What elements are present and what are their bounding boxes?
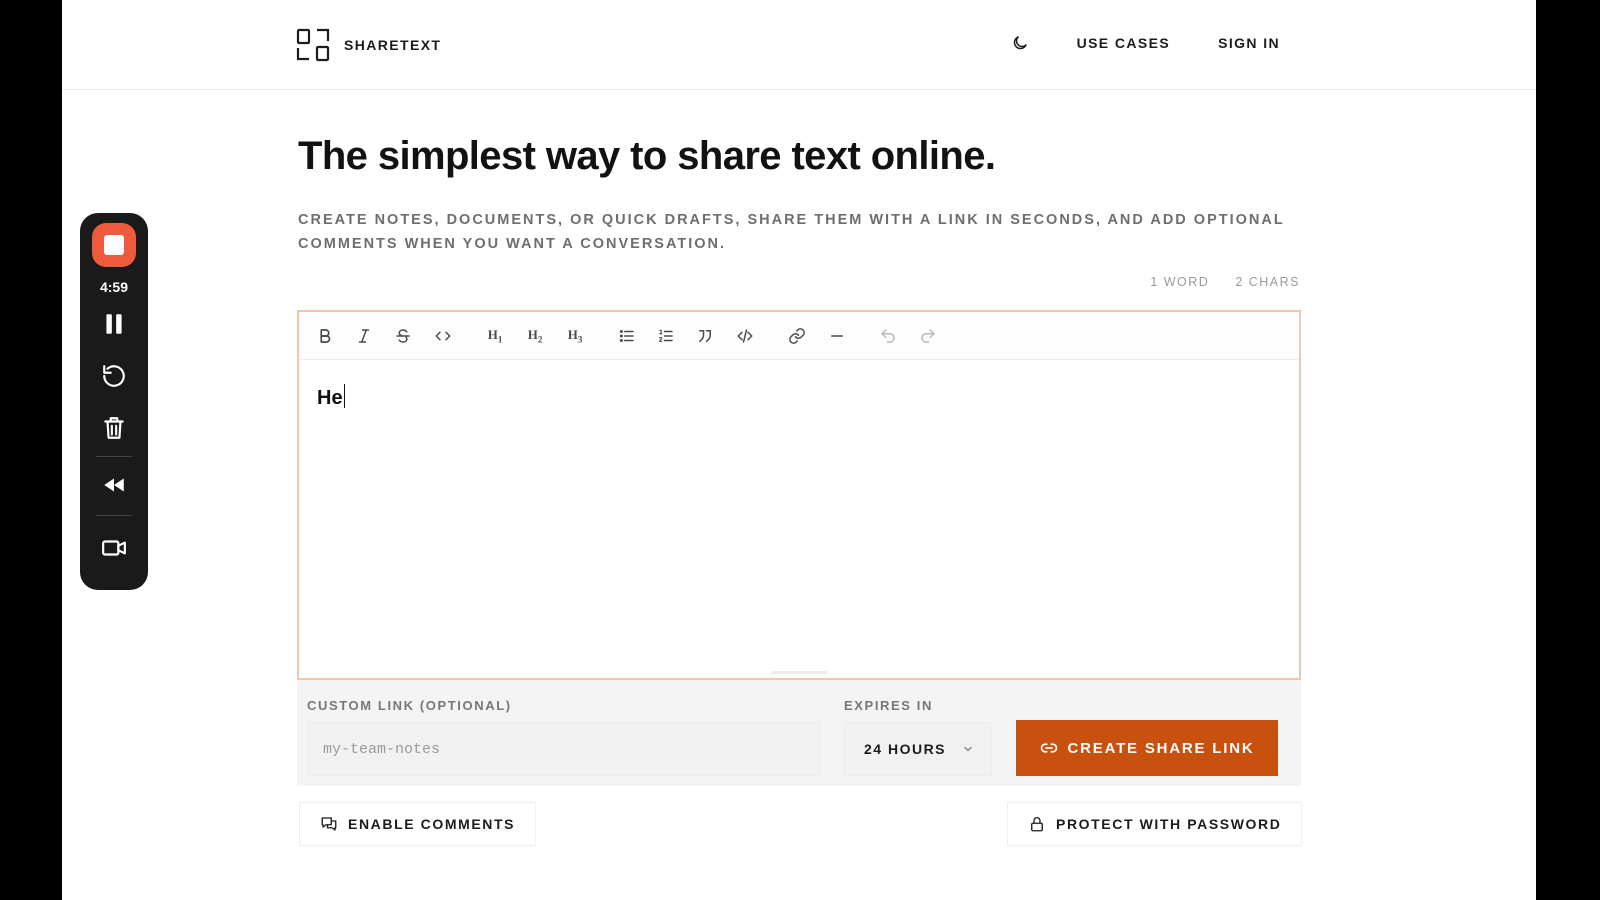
nav-sign-in[interactable]: SIGN IN bbox=[1218, 35, 1280, 51]
resize-handle[interactable] bbox=[771, 671, 827, 674]
brand[interactable]: SHARETEXT bbox=[296, 28, 441, 62]
redo-icon[interactable] bbox=[916, 324, 940, 348]
heading-2-label: H2 bbox=[527, 327, 543, 345]
heading-1-icon[interactable]: H1 bbox=[483, 324, 507, 348]
page: SHARETEXT USE CASES SIGN IN The simplest… bbox=[62, 0, 1536, 900]
recorder-divider bbox=[96, 515, 132, 516]
editor-counts: 1 WORD 2 CHARS bbox=[1150, 275, 1300, 289]
custom-link-input[interactable] bbox=[307, 722, 821, 776]
main-nav: USE CASES SIGN IN bbox=[1011, 34, 1280, 52]
page-title: The simplest way to share text online. bbox=[298, 134, 996, 178]
text-caret bbox=[343, 384, 346, 408]
chevron-down-icon bbox=[964, 746, 972, 752]
heading-1-label: H1 bbox=[487, 327, 503, 345]
sharetext-logo-icon bbox=[296, 28, 330, 62]
create-share-link-button[interactable]: CREATE SHARE LINK bbox=[1016, 720, 1278, 776]
screen-recorder-widget: 4:59 bbox=[80, 213, 148, 590]
bullet-list-icon[interactable] bbox=[615, 324, 639, 348]
pause-icon[interactable] bbox=[100, 310, 128, 338]
undo-icon[interactable] bbox=[876, 324, 900, 348]
create-share-link-label: CREATE SHARE LINK bbox=[1067, 739, 1255, 757]
heading-3-icon[interactable]: H3 bbox=[563, 324, 587, 348]
expires-value: 24 HOURS bbox=[864, 741, 947, 757]
stop-recording-button[interactable] bbox=[92, 223, 136, 267]
custom-link-label: CUSTOM LINK (OPTIONAL) bbox=[307, 698, 512, 713]
editor-text: He bbox=[317, 387, 343, 409]
trash-icon[interactable] bbox=[100, 414, 128, 442]
word-count: 1 WORD bbox=[1150, 275, 1210, 289]
expires-label: EXPIRES IN bbox=[844, 698, 933, 713]
strikethrough-icon[interactable] bbox=[391, 324, 415, 348]
page-subtitle: CREATE NOTES, DOCUMENTS, OR QUICK DRAFTS… bbox=[298, 212, 1285, 252]
protect-password-label: PROTECT WITH PASSWORD bbox=[1056, 816, 1282, 832]
expires-select[interactable]: 24 HOURS bbox=[844, 722, 992, 776]
italic-icon[interactable] bbox=[352, 324, 376, 348]
site-header: SHARETEXT USE CASES SIGN IN bbox=[62, 0, 1536, 90]
editor-toolbar: H1 H2 H3 bbox=[299, 312, 1299, 360]
char-count: 2 CHARS bbox=[1235, 275, 1300, 289]
text-editor[interactable]: H1 H2 H3 He bbox=[297, 310, 1301, 680]
code-block-icon[interactable] bbox=[733, 324, 757, 348]
link-icon bbox=[1040, 743, 1057, 753]
ordered-list-icon[interactable] bbox=[654, 324, 678, 348]
protect-password-button[interactable]: PROTECT WITH PASSWORD bbox=[1007, 802, 1303, 846]
lock-icon bbox=[1031, 817, 1043, 832]
nav-use-cases[interactable]: USE CASES bbox=[1077, 35, 1171, 51]
enable-comments-label: ENABLE COMMENTS bbox=[348, 816, 516, 832]
blockquote-icon[interactable] bbox=[693, 324, 717, 348]
recorder-divider bbox=[96, 456, 132, 457]
enable-comments-button[interactable]: ENABLE COMMENTS bbox=[299, 802, 537, 846]
inline-code-icon[interactable] bbox=[431, 324, 455, 348]
moon-icon[interactable] bbox=[1011, 34, 1029, 52]
bold-icon[interactable] bbox=[313, 324, 337, 348]
heading-2-icon[interactable]: H2 bbox=[523, 324, 547, 348]
comments-icon bbox=[321, 817, 337, 831]
recording-time: 4:59 bbox=[99, 279, 129, 295]
restart-icon[interactable] bbox=[100, 362, 128, 390]
editor-content[interactable]: He bbox=[317, 384, 346, 410]
stop-icon bbox=[104, 235, 124, 255]
camera-icon[interactable] bbox=[100, 534, 128, 562]
heading-3-label: H3 bbox=[567, 327, 583, 345]
horizontal-rule-icon[interactable] bbox=[825, 324, 849, 348]
link-icon[interactable] bbox=[785, 324, 809, 348]
rewind-icon[interactable] bbox=[100, 471, 128, 499]
share-options: CUSTOM LINK (OPTIONAL) EXPIRES IN 24 HOU… bbox=[297, 680, 1301, 786]
brand-name: SHARETEXT bbox=[344, 37, 442, 53]
